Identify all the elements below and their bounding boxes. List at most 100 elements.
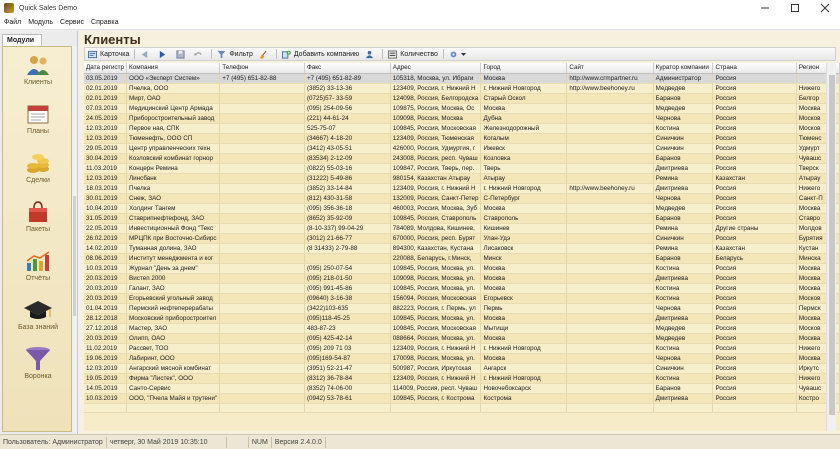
table-row[interactable]: 03.05.2019 ООО «Эксперт Систем» +7 (495) 6… bbox=[84, 73, 840, 84]
column-header[interactable]: Факс bbox=[304, 63, 391, 74]
column-header[interactable]: Компания bbox=[126, 63, 221, 74]
table-row[interactable]: 14.05.2019 Санто-Сервис (8352) 74-06-00 114… bbox=[84, 383, 840, 394]
sidebar-item-reports[interactable]: Отчёты bbox=[3, 249, 73, 291]
add-company-icon bbox=[281, 50, 291, 59]
table-cell: 088664, Россия, Москва, ул. bbox=[390, 333, 482, 344]
table-cell bbox=[566, 163, 654, 174]
card-button[interactable]: Карточка bbox=[85, 48, 132, 60]
table-row[interactable]: 29.05.2019 Центр управленческих техн (3412… bbox=[84, 143, 840, 154]
clear-filter-button[interactable] bbox=[256, 48, 274, 60]
table-cell: (0822) 55-03-16 bbox=[304, 163, 391, 174]
table-row[interactable]: 02.01.2019 Мирт, ОАО (0725)57- 33-59 124098… bbox=[84, 93, 840, 104]
table-row[interactable]: 27.12.2018 Мастер, ЗАО 483-87-23 109845, Ро… bbox=[84, 323, 840, 334]
table-row[interactable]: 24.05.2019 Приборостроительный завод (221)… bbox=[84, 113, 840, 124]
table-row[interactable]: 26.02.2019 МРЦПК при Восточно-Сибирс (3012… bbox=[84, 233, 840, 244]
table-cell: г. Нижний Новгород bbox=[480, 343, 568, 354]
table-row[interactable]: 01.04.2019 Пермский нефтеперерабаты (3422)… bbox=[84, 303, 840, 314]
table-row[interactable] bbox=[84, 403, 840, 414]
table-row[interactable]: 19.05.2019 Фирма "Листек", ООО (8312) 36-7… bbox=[84, 373, 840, 384]
table-cell: Баранов bbox=[653, 383, 714, 394]
add-company-button[interactable]: Добавить компанию bbox=[279, 48, 362, 60]
table-row[interactable]: 30.04.2019 Козловский комбинат горнор (835… bbox=[84, 153, 840, 164]
table-cell bbox=[566, 253, 654, 264]
table-cell: Казахстан bbox=[712, 173, 797, 184]
table-scrollbar[interactable] bbox=[826, 63, 836, 431]
sidebar-item-funnel[interactable]: Воронка bbox=[3, 347, 73, 389]
table-cell bbox=[566, 103, 654, 114]
save-button[interactable] bbox=[173, 48, 191, 60]
table-cell bbox=[304, 253, 391, 264]
table-row[interactable]: 12.03.2019 Тюменефть, ООО СП (34667) 4-18-… bbox=[84, 133, 840, 144]
table-cell: 123409, Россия, г. Нижний Н bbox=[390, 373, 482, 384]
table-row[interactable]: 10.03.2019 Журнал "День за днем" (095) 250… bbox=[84, 263, 840, 274]
table-row[interactable]: 12.03.2019 Первое ная, СПК 525-75-07 109845… bbox=[84, 123, 840, 134]
undo-button[interactable] bbox=[191, 48, 209, 60]
sidebar-item-knowledge-base[interactable]: База знаний bbox=[3, 298, 73, 340]
sidebar-item-plans[interactable]: Планы bbox=[3, 102, 73, 144]
menu-module[interactable]: Модуль bbox=[25, 19, 56, 26]
table-cell bbox=[566, 403, 654, 414]
maximize-button[interactable] bbox=[780, 0, 810, 16]
column-header[interactable]: Дата регистр bbox=[84, 63, 128, 74]
table-row[interactable]: 31.05.2019 Ставрипнефтефонд, ЗАО (8652) 35… bbox=[84, 213, 840, 224]
user-card-button[interactable] bbox=[362, 48, 380, 60]
table-cell: 243008, Россия, респ. Чуваш bbox=[390, 153, 482, 164]
table-row[interactable]: 22.05.2019 Инвестиционный Фонд "Текс (8-10… bbox=[84, 223, 840, 234]
close-button[interactable] bbox=[810, 0, 840, 16]
table-cell: (812) 430-31-58 bbox=[304, 193, 391, 204]
column-header[interactable]: Адрес bbox=[390, 63, 482, 74]
settings-dropdown-button[interactable] bbox=[446, 48, 469, 60]
column-header[interactable]: Страна bbox=[712, 63, 797, 74]
column-header[interactable]: Сайт bbox=[566, 63, 654, 74]
table-row[interactable]: 07.03.2019 Медицинский Центр Армада (095) … bbox=[84, 103, 840, 114]
menu-file[interactable]: Файл bbox=[1, 19, 24, 26]
table-cell: Тверь bbox=[480, 163, 568, 174]
table-row[interactable]: 11.02.2019 Рассвет, ТОО (095) 209 71 03 123… bbox=[84, 343, 840, 354]
table-cell: 123409, Россия, Тюменская bbox=[390, 133, 482, 144]
table-row[interactable]: 30.01.2019 Снеж, ЗАО (812) 430-31-58 132009… bbox=[84, 193, 840, 204]
sidebar-item-clients[interactable]: Клиенты bbox=[3, 53, 73, 95]
table-cell: Россия bbox=[712, 393, 797, 404]
table-row[interactable]: 19.06.2019 Лабиринт, ООО (095)169-54-87 170… bbox=[84, 353, 840, 364]
table-row[interactable]: 20.03.2019 Егорьевский угольный завод (096… bbox=[84, 293, 840, 304]
sidebar-item-deals[interactable]: Сделки bbox=[3, 151, 73, 193]
table-cell bbox=[566, 333, 654, 344]
table-cell bbox=[219, 193, 305, 204]
sidebar-item-packages[interactable]: Пакеты bbox=[3, 200, 73, 242]
menu-help[interactable]: Справка bbox=[88, 19, 121, 26]
table-row[interactable]: 20.03.2019 Вистеп 2000 (095) 218-01-50 1090… bbox=[84, 273, 840, 284]
filter-button[interactable]: Фильтр bbox=[214, 48, 256, 60]
table-cell: 10.03.2019 bbox=[84, 263, 128, 274]
table-cell: Медведев bbox=[653, 83, 714, 94]
table-row[interactable]: 08.06.2019 Институт менеджмента и ког 2200… bbox=[84, 253, 840, 264]
table-row[interactable]: 12.03.2019 Ангарский мясной комбинат (3951… bbox=[84, 363, 840, 374]
table-cell: 109845, Россия, Москва, ул. bbox=[390, 313, 482, 324]
count-button[interactable]: Количество bbox=[385, 48, 441, 60]
table-cell: (095) 250-07-54 bbox=[304, 263, 391, 274]
column-header[interactable]: Куратор компании bbox=[653, 63, 714, 74]
table-row[interactable]: 11.03.2019 Концерн Ремина (0822) 55-03-16 1… bbox=[84, 163, 840, 174]
menu-service[interactable]: Сервис bbox=[57, 19, 87, 26]
table-cell: Россия bbox=[712, 303, 797, 314]
next-record-button[interactable] bbox=[155, 48, 173, 60]
table-row[interactable]: 10.04.2019 Холдинг Тангем (095) 356-36-18 4… bbox=[84, 203, 840, 214]
table-cell: Россия bbox=[712, 333, 797, 344]
app-icon bbox=[4, 3, 14, 13]
column-header[interactable]: Город bbox=[480, 63, 568, 74]
table-row[interactable]: 28.12.2018 Московский приборостроител (095… bbox=[84, 313, 840, 324]
sidebar-scrollbar[interactable] bbox=[72, 46, 77, 432]
table-row[interactable]: 18.03.2019 Пчелка (3852) 33-14-84 123409, Р… bbox=[84, 183, 840, 194]
prev-record-button[interactable] bbox=[137, 48, 155, 60]
table-cell bbox=[566, 143, 654, 154]
table-cell: Дмитриева bbox=[653, 313, 714, 324]
column-header[interactable]: Телефон bbox=[219, 63, 305, 74]
table-row[interactable]: 14.02.2019 Туманная долина, ЗАО (8 31433) … bbox=[84, 243, 840, 254]
minimize-button[interactable] bbox=[750, 0, 780, 16]
table-row[interactable]: 02.01.2019 Пчелка, ООО (3852) 33-13-36 1234… bbox=[84, 83, 840, 94]
table-cell: Костина bbox=[653, 293, 714, 304]
table-cell: 28.12.2018 bbox=[84, 313, 128, 324]
table-row[interactable]: 20.03.2019 Галант, ЗАО (095) 991-45-86 1098… bbox=[84, 283, 840, 294]
table-row[interactable]: 10.03.2019 ООО, "Пчела Майя и трутени" (09… bbox=[84, 393, 840, 404]
table-row[interactable]: 20.03.2019 Олипп, ОАО (095) 425-42-14 08866… bbox=[84, 333, 840, 344]
table-row[interactable]: 12.03.2019 Линсбанк (31222) 5-49-86 980154,… bbox=[84, 173, 840, 184]
